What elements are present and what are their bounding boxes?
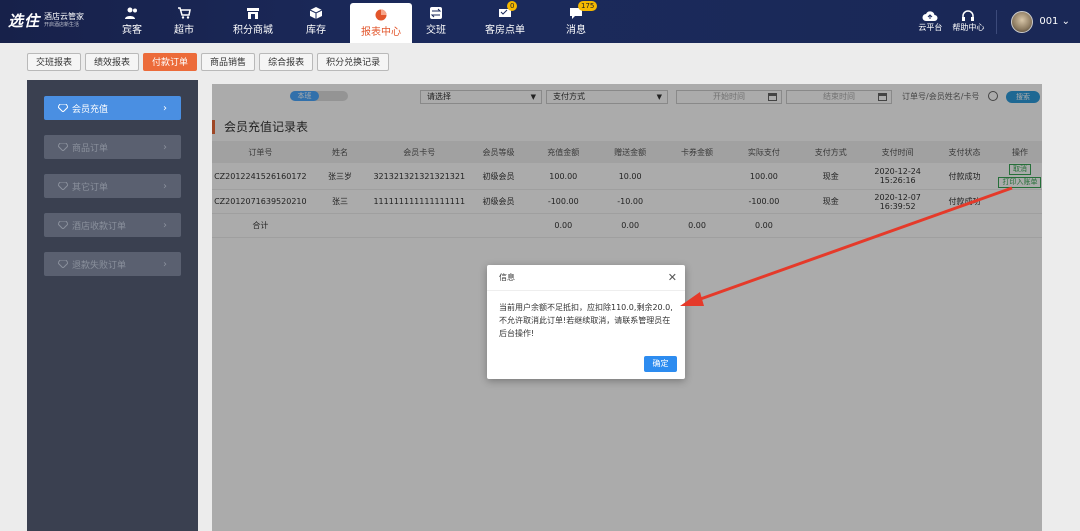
report-tabs: 交班报表 绩效报表 付款订单 商品销售 综合报表 积分兑换记录 (27, 53, 393, 71)
help-label: 帮助中心 (952, 23, 985, 32)
guests-icon (125, 7, 137, 19)
username: 001 (1039, 16, 1059, 27)
close-icon[interactable]: ✕ (668, 265, 677, 291)
nav-item-messages[interactable]: 175 消息 (556, 0, 598, 43)
dialog-header: 信息 ✕ (487, 265, 685, 291)
box-icon (309, 7, 323, 19)
nav-label: 报表中心 (361, 26, 401, 38)
chevron-right-icon: › (163, 141, 167, 153)
info-dialog: 信息 ✕ 当前用户余额不足抵扣，应扣除110.0,剩余20.0,不允许取消此订单… (487, 265, 685, 379)
tab-summary-report[interactable]: 综合报表 (259, 53, 314, 71)
exchange-icon (430, 7, 442, 19)
sidebar-item-label: 商品订单 (72, 143, 109, 154)
nav-label: 客房点单 (485, 25, 525, 36)
sidebar-item-product-orders[interactable]: 商品订单 › (44, 135, 181, 159)
tab-performance-report[interactable]: 绩效报表 (85, 53, 140, 71)
chevron-right-icon: › (163, 102, 167, 114)
chevron-down-icon: ⌄ (1061, 16, 1070, 27)
chevron-right-icon: › (163, 219, 167, 231)
nav-label: 交班 (426, 25, 446, 36)
nav-item-stock[interactable]: 库存 (296, 0, 336, 43)
chevron-right-icon: › (163, 258, 167, 270)
top-nav-bar: 选住 酒店云管家 开启酒店新生活 宾客 超市 积分商城 库存 报表中心 交班 0… (0, 0, 1080, 43)
tab-payment-orders[interactable]: 付款订单 (143, 53, 198, 71)
dialog-title: 信息 (499, 273, 515, 282)
diamond-icon (58, 143, 68, 151)
nav-label: 宾客 (122, 25, 142, 36)
nav-label: 库存 (306, 25, 326, 36)
nav-item-market[interactable]: 超市 (164, 0, 204, 43)
chevron-right-icon: › (163, 180, 167, 192)
nav-item-report-center[interactable]: 报表中心 (350, 3, 412, 43)
sidebar-item-other-orders[interactable]: 其它订单 › (44, 174, 181, 198)
store-icon (247, 8, 259, 19)
logo-main: 选住 (8, 12, 41, 30)
avatar[interactable] (1011, 10, 1034, 33)
nav-label: 积分商城 (233, 25, 273, 36)
sidebar-item-member-recharge[interactable]: 会员充值 › (44, 96, 181, 120)
tab-shift-report[interactable]: 交班报表 (27, 53, 82, 71)
nav-item-points-mall[interactable]: 积分商城 (228, 0, 278, 43)
messages-badge: 175 (578, 1, 598, 11)
room-order-badge: 0 (507, 1, 518, 11)
logo-sub: 酒店云管家 (44, 12, 85, 21)
sidebar-item-label: 酒店收款订单 (72, 221, 127, 232)
help-center-button[interactable]: 帮助中心 (952, 10, 984, 33)
cart-icon (178, 7, 191, 19)
tab-product-sales[interactable]: 商品销售 (201, 53, 256, 71)
sidebar-item-label: 其它订单 (72, 182, 109, 193)
sidebar: 会员充值 › 商品订单 › 其它订单 › 酒店收款订单 › 退款失败订单 › (27, 80, 198, 531)
diamond-icon (58, 182, 68, 190)
cloud-upload-icon (922, 11, 938, 21)
diamond-icon (58, 260, 68, 268)
nav-label: 消息 (566, 25, 586, 36)
dialog-message: 当前用户余额不足抵扣，应扣除110.0,剩余20.0,不允许取消此订单!若继续取… (499, 303, 673, 338)
logo: 选住 酒店云管家 开启酒店新生活 (8, 10, 84, 31)
sidebar-item-label: 会员充值 (72, 104, 109, 115)
headset-icon (962, 10, 975, 21)
nav-item-room-order[interactable]: 0 客房点单 (480, 0, 530, 43)
cloud-platform-button[interactable]: 云平台 (918, 10, 942, 33)
user-menu[interactable]: 001 ⌄ (1039, 16, 1070, 27)
divider (996, 9, 998, 34)
tab-points-redeem[interactable]: 积分兑换记录 (317, 53, 390, 71)
confirm-button[interactable]: 确定 (644, 356, 677, 372)
diamond-icon (58, 104, 68, 112)
sidebar-item-hotel-receipts[interactable]: 酒店收款订单 › (44, 213, 181, 237)
pie-chart-icon (375, 9, 387, 20)
right-nav: 云平台 帮助中心 001 ⌄ (908, 0, 1070, 43)
sidebar-item-refund-failed[interactable]: 退款失败订单 › (44, 252, 181, 276)
diamond-icon (58, 221, 68, 229)
nav-item-guests[interactable]: 宾客 (112, 0, 152, 43)
logo-sub2: 开启酒店新生活 (44, 22, 80, 28)
nav-label: 超市 (174, 25, 194, 36)
sidebar-item-label: 退款失败订单 (72, 260, 127, 271)
nav-item-shift[interactable]: 交班 (416, 0, 456, 43)
cloud-label: 云平台 (918, 23, 943, 32)
